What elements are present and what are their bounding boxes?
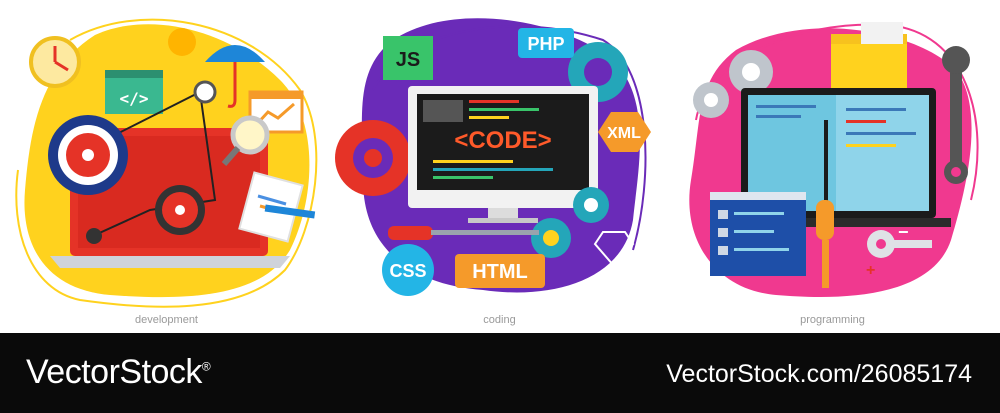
css-badge-label: CSS bbox=[389, 261, 426, 281]
sun-circle bbox=[168, 28, 196, 56]
html-badge-label: HTML bbox=[472, 261, 528, 283]
gear-icon bbox=[335, 120, 411, 196]
caption-programming: programming bbox=[800, 314, 865, 326]
gear-icon bbox=[584, 198, 598, 212]
code-window-icon bbox=[710, 192, 806, 276]
footer-bar: VectorStock® VectorStock.com/26085174 bbox=[0, 333, 1000, 413]
gear-icon bbox=[693, 82, 729, 118]
panel-development: </> development bbox=[0, 0, 333, 333]
js-badge: JS bbox=[383, 36, 433, 80]
pulley-top-icon bbox=[193, 80, 217, 104]
brand-name: VectorStock bbox=[26, 353, 202, 391]
html-badge: HTML bbox=[455, 254, 545, 288]
caption-development: development bbox=[135, 314, 198, 326]
code-window-icon: </> bbox=[105, 70, 163, 114]
development-illustration: </> bbox=[15, 18, 318, 308]
image-credit: VectorStock.com/26085174 bbox=[666, 360, 972, 388]
js-badge-label: JS bbox=[396, 49, 420, 71]
code-text: <CODE> bbox=[454, 127, 551, 154]
plus-icon: + bbox=[866, 262, 875, 279]
panel-programming: + − programming bbox=[666, 0, 999, 333]
panel-coding: JS PHP <CODE> XML CSS HTML coding bbox=[333, 0, 666, 333]
trademark-symbol: ® bbox=[201, 359, 211, 374]
clock-icon bbox=[29, 36, 81, 88]
brand-logo[interactable]: VectorStock® bbox=[26, 353, 211, 392]
gear-icon bbox=[729, 50, 773, 94]
coding-illustration: JS PHP <CODE> XML CSS HTML bbox=[335, 18, 651, 296]
caption-coding: coding bbox=[483, 314, 516, 326]
svg-text:</>: </> bbox=[120, 89, 149, 108]
pulley-small-icon bbox=[86, 228, 102, 244]
php-badge-label: PHP bbox=[527, 34, 564, 54]
monitor: <CODE> bbox=[408, 86, 598, 223]
pulley-icon bbox=[155, 185, 205, 235]
gear-icon bbox=[48, 115, 128, 195]
php-badge: PHP bbox=[518, 28, 574, 58]
programming-illustration: + − bbox=[689, 22, 979, 297]
minus-icon: − bbox=[898, 222, 909, 242]
css-badge: CSS bbox=[382, 244, 434, 296]
gear-icon bbox=[543, 230, 559, 246]
xml-badge-label: XML bbox=[607, 125, 641, 142]
